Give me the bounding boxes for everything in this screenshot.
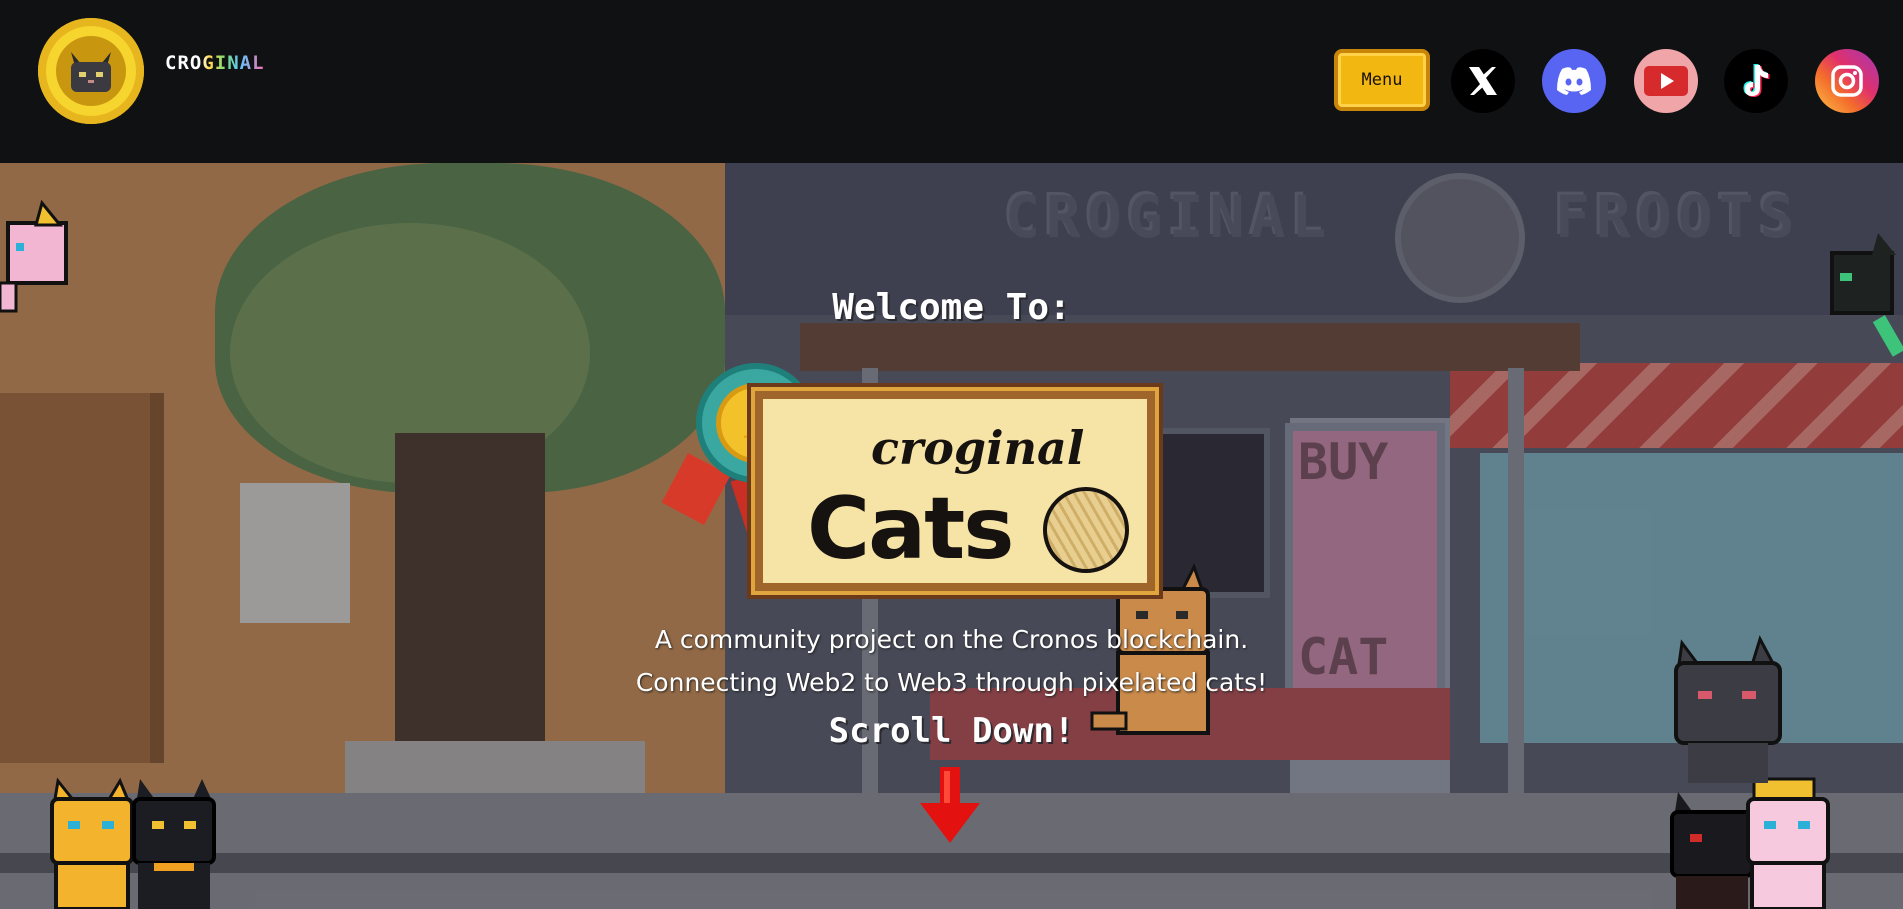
welcome-heading: Welcome To: [832, 287, 1071, 328]
logo-croginal-text: croginal [871, 421, 1085, 475]
orange-cat-sprite [48, 775, 138, 909]
tagline-line-2: Connecting Web2 to Web3 through pixelate… [635, 668, 1268, 697]
youtube-icon [1643, 65, 1689, 97]
scroll-down-label: Scroll Down! [828, 711, 1075, 751]
croginal-cats-logo: croginal Cats [755, 391, 1155, 591]
youtube-social-link[interactable] [1634, 49, 1698, 113]
brand-wordmark[interactable]: CROGINAL [165, 52, 265, 74]
grey-cat-sprite [1668, 633, 1788, 787]
instagram-social-link[interactable] [1815, 49, 1879, 113]
cat-logo-icon [56, 36, 126, 106]
tagline-line-1: A community project on the Cronos blockc… [654, 625, 1249, 654]
x-social-link[interactable] [1451, 49, 1515, 113]
site-header: CROGINAL Menu [0, 0, 1903, 163]
pink-bow-cat-sprite [1740, 773, 1840, 909]
tiktok-icon [1738, 61, 1774, 101]
black-cat-sprite-2 [130, 775, 225, 909]
menu-button[interactable]: Menu [1334, 49, 1430, 111]
x-icon [1463, 61, 1503, 101]
discord-social-link[interactable] [1542, 49, 1606, 113]
discord-icon [1554, 65, 1594, 97]
scroll-down-arrow-icon[interactable] [918, 767, 982, 843]
yarn-ball-icon [1043, 487, 1129, 573]
tiktok-social-link[interactable] [1724, 49, 1788, 113]
hero-section: CROGINAL FROOTS BUY CAT Welcome To: crog… [0, 163, 1903, 909]
site-logo[interactable] [38, 18, 144, 124]
logo-cats-text: Cats [807, 479, 1014, 579]
instagram-icon [1829, 63, 1865, 99]
